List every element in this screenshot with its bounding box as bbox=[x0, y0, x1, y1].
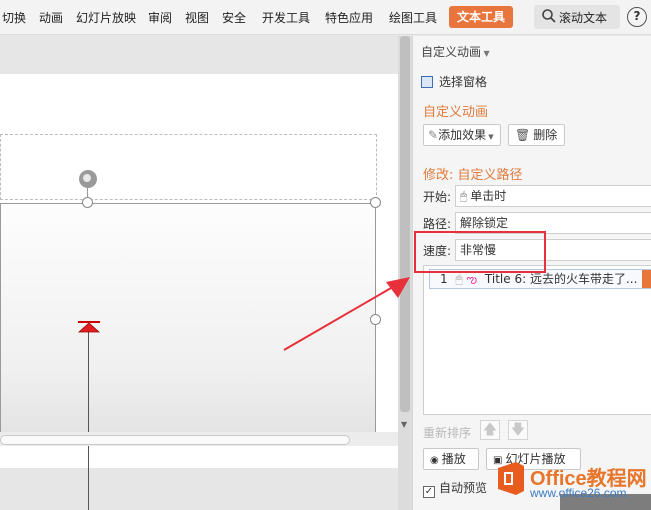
selection-pane-icon bbox=[421, 76, 433, 88]
resize-handle-top-right[interactable] bbox=[370, 197, 381, 208]
ribbon: 切换 动画 幻灯片放映 审阅 视图 安全 开发工具 特色应用 绘图工具 文本工具… bbox=[0, 0, 651, 35]
path-label: 路径: bbox=[423, 217, 452, 231]
auto-preview-checkbox[interactable]: ✓ bbox=[423, 486, 435, 498]
pencil-icon: ✎ bbox=[428, 128, 439, 142]
pane-header[interactable]: 自定义动画 ▼ bbox=[421, 43, 490, 60]
tab-special-apps[interactable]: 特色应用 bbox=[325, 9, 373, 26]
motion-path-line[interactable] bbox=[88, 330, 89, 510]
search-label: 滚动文本 bbox=[559, 11, 608, 25]
search-icon bbox=[542, 9, 556, 23]
annotation-arrow-icon bbox=[283, 277, 410, 351]
play-icon: ◉ bbox=[430, 455, 439, 466]
tab-security[interactable]: 安全 bbox=[222, 9, 246, 26]
rotate-handle-icon[interactable] bbox=[79, 170, 97, 188]
tab-view[interactable]: 视图 bbox=[185, 9, 209, 26]
trash-icon: 🗑 bbox=[515, 128, 531, 142]
search-box[interactable]: 滚动文本 bbox=[534, 5, 620, 29]
tab-animation[interactable]: 动画 bbox=[39, 9, 63, 26]
modify-title: 修改: 自定义路径 bbox=[423, 168, 523, 183]
tab-drawing-tools[interactable]: 绘图工具 bbox=[389, 9, 437, 26]
auto-preview-option[interactable]: ✓ 自动预览 bbox=[423, 479, 487, 498]
start-label: 开始: bbox=[423, 190, 452, 204]
annotation-highlight-box bbox=[414, 231, 546, 273]
start-select[interactable]: 🖱 单击时 bbox=[455, 185, 651, 207]
add-effect-button[interactable]: ✎添加效果 ▼ bbox=[423, 124, 501, 146]
section-title: 自定义动画 bbox=[423, 105, 489, 120]
tab-review[interactable]: 审阅 bbox=[148, 9, 172, 26]
mouse-click-icon: 🖱 bbox=[455, 272, 463, 286]
title-placeholder-frame[interactable] bbox=[0, 134, 377, 200]
tab-developer[interactable]: 开发工具 bbox=[262, 9, 310, 26]
move-down-arrow-icon[interactable]: 🡇 bbox=[508, 420, 528, 440]
custom-animation-pane: 自定义动画 ▼ 选择窗格 自定义动画 ✎添加效果 ▼ 🗑 删除 修改: 自定义路径… bbox=[412, 36, 651, 510]
resize-handle-top[interactable] bbox=[82, 197, 93, 208]
animation-list[interactable]: 1 🖱 ఌ Title 6: 远去的火车带走了... bbox=[423, 265, 651, 415]
office-logo-icon bbox=[498, 462, 524, 495]
chevron-down-icon: ▼ bbox=[481, 49, 490, 58]
watermark: Office教程网 www.office26.com bbox=[496, 461, 651, 510]
scroll-down-arrow-icon[interactable]: ▼ bbox=[401, 420, 407, 429]
mouse-click-icon: 🖱 bbox=[460, 189, 468, 203]
delete-button[interactable]: 🗑 删除 bbox=[508, 124, 565, 146]
help-icon[interactable]: ? bbox=[627, 7, 647, 27]
reorder-label: 重新排序 bbox=[423, 426, 472, 440]
selection-pane-link[interactable]: 选择窗格 bbox=[421, 73, 487, 90]
move-up-arrow-icon[interactable]: 🡅 bbox=[480, 420, 500, 440]
watermark-url: www.office26.com bbox=[530, 486, 627, 500]
tab-text-tools[interactable]: 文本工具 bbox=[449, 6, 514, 28]
chevron-down-icon[interactable] bbox=[642, 270, 651, 288]
path-start-marker-icon[interactable] bbox=[78, 321, 100, 333]
horizontal-scrollbar-thumb[interactable] bbox=[0, 435, 350, 445]
play-button[interactable]: ◉ 播放 bbox=[423, 448, 479, 470]
motion-path-icon: ఌ bbox=[466, 272, 478, 286]
chevron-down-icon: ▼ bbox=[486, 133, 494, 141]
tab-slideshow[interactable]: 幻灯片放映 bbox=[76, 9, 136, 26]
tab-transition[interactable]: 切换 bbox=[2, 9, 26, 26]
animation-item-text: Title 6: 远去的火车带走了... bbox=[484, 272, 638, 286]
